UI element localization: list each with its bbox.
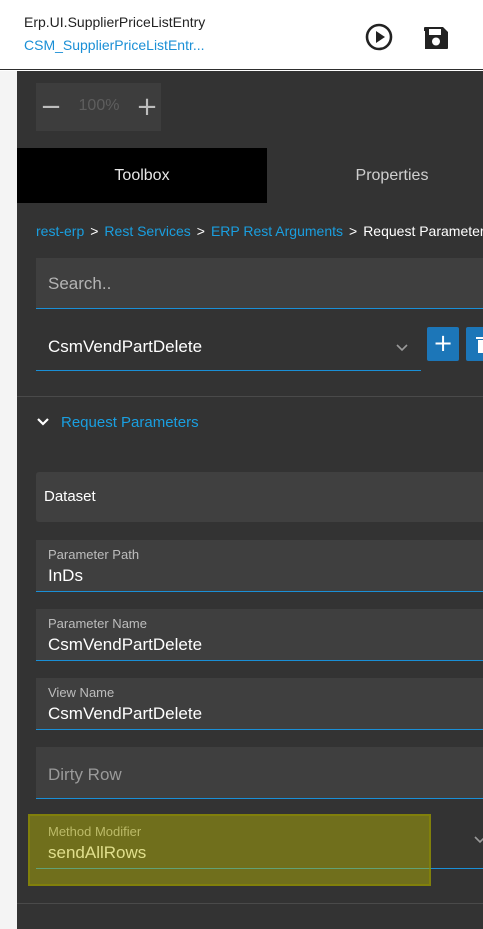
breadcrumb-separator: > xyxy=(196,223,205,239)
request-parameter-select[interactable]: CsmVendPartDelete xyxy=(36,327,421,371)
save-icon[interactable] xyxy=(421,22,451,52)
search-input[interactable]: Search.. xyxy=(36,258,483,309)
field-label: Parameter Name xyxy=(48,616,147,631)
field-label: View Name xyxy=(48,685,115,700)
zoom-out-button[interactable]: − xyxy=(36,90,66,124)
tab-toolbox[interactable]: Toolbox xyxy=(17,148,267,203)
add-button[interactable]: + xyxy=(427,327,459,361)
dataset-label: Dataset xyxy=(44,488,96,505)
breadcrumb-current: Request Parameters xyxy=(363,223,483,239)
layer-name-link[interactable]: CSM_SupplierPriceListEntr... xyxy=(24,37,214,53)
field-label: Method Modifier xyxy=(48,824,142,839)
dataset-card: Dataset ⋮ xyxy=(36,472,483,522)
chevron-down-icon xyxy=(474,836,483,844)
toolbox-panel: − 100% + Toolbox Properties rest-erp > Res… xyxy=(17,71,483,929)
zoom-level: 100% xyxy=(78,97,120,114)
method-modifier-select[interactable]: Method Modifier sendAllRows xyxy=(36,817,483,869)
field-value: InDs xyxy=(48,566,83,585)
field-placeholder: Dirty Row xyxy=(48,765,122,784)
chevron-down-icon xyxy=(396,344,408,352)
breadcrumb-separator: > xyxy=(349,223,358,239)
select-value: CsmVendPartDelete xyxy=(48,337,203,356)
view-name-field[interactable]: View Name CsmVendPartDelete xyxy=(36,678,483,730)
parameter-path-field[interactable]: Parameter Path InDs xyxy=(36,540,483,592)
field-value: sendAllRows xyxy=(48,843,147,862)
breadcrumb-rest-services[interactable]: Rest Services xyxy=(104,223,190,239)
panel-tabs: Toolbox Properties xyxy=(17,148,483,203)
left-gutter xyxy=(0,71,17,929)
section-title: Request Parameters xyxy=(61,414,199,431)
search-placeholder: Search.. xyxy=(48,274,112,293)
form-title: Erp.UI.SupplierPriceListEntry xyxy=(24,14,206,30)
breadcrumb-erp-rest-arguments[interactable]: ERP Rest Arguments xyxy=(211,223,343,239)
parameter-name-field[interactable]: Parameter Name CsmVendPartDelete xyxy=(36,609,483,661)
zoom-control: − 100% + xyxy=(36,83,161,131)
field-label: Parameter Path xyxy=(48,547,140,562)
field-value: CsmVendPartDelete xyxy=(48,635,203,654)
trash-icon xyxy=(476,337,483,353)
divider xyxy=(17,903,483,904)
tab-properties[interactable]: Properties xyxy=(267,148,483,203)
breadcrumb: rest-erp > Rest Services > ERP Rest Argument… xyxy=(36,223,483,239)
app-header: Erp.UI.SupplierPriceListEntry CSM_Suppli… xyxy=(0,0,483,70)
breadcrumb-separator: > xyxy=(90,223,99,239)
zoom-in-button[interactable]: + xyxy=(132,90,162,124)
field-value: CsmVendPartDelete xyxy=(48,704,203,723)
play-icon[interactable] xyxy=(364,22,394,52)
breadcrumb-rest-erp[interactable]: rest-erp xyxy=(36,223,84,239)
chevron-down-icon xyxy=(37,418,49,426)
delete-button[interactable] xyxy=(466,327,483,361)
dirty-row-field[interactable]: Dirty Row xyxy=(36,747,483,799)
divider xyxy=(17,396,483,397)
